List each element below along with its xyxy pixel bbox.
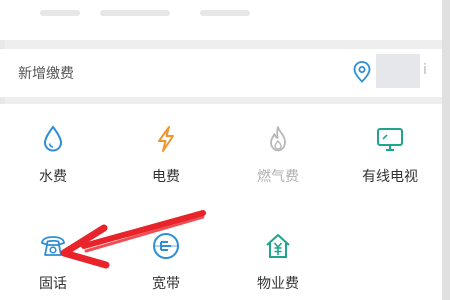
telephone-icon	[41, 236, 65, 256]
service-electricity[interactable]: 电费	[116, 124, 216, 186]
top-card	[0, 0, 450, 40]
location-pin-icon[interactable]	[353, 61, 371, 83]
lightning-icon	[158, 126, 174, 152]
water-drop-icon	[43, 125, 63, 152]
service-water[interactable]: 水费	[3, 124, 103, 186]
service-property[interactable]: 物业费	[228, 231, 328, 293]
service-label: 宽带	[152, 276, 180, 292]
flame-icon	[270, 126, 286, 152]
service-gas[interactable]: 燃气费	[228, 124, 328, 186]
service-label: 水费	[39, 169, 67, 185]
service-landline[interactable]: 固话	[3, 231, 103, 293]
payment-screen: 新增缴费 i 水费 电费 燃气费 有线电视 固话 宽带 物业费	[0, 0, 450, 300]
service-label: 固话	[39, 276, 67, 292]
service-cable-tv[interactable]: 有线电视	[340, 124, 440, 186]
location-chevron[interactable]: i	[423, 62, 427, 78]
property-fee-icon	[266, 234, 290, 258]
tv-icon	[377, 128, 403, 151]
service-label: 燃气费	[257, 169, 299, 185]
broadband-icon	[153, 233, 179, 259]
service-label: 物业费	[257, 276, 299, 292]
service-broadband[interactable]: 宽带	[116, 231, 216, 293]
service-grid: 水费 电费 燃气费 有线电视 固话 宽带 物业费	[0, 104, 450, 300]
service-label: 电费	[152, 169, 180, 185]
location-name-redacted[interactable]	[376, 54, 420, 88]
right-edge	[442, 0, 450, 300]
add-payment-title: 新增缴费	[18, 66, 74, 82]
service-label: 有线电视	[362, 169, 418, 185]
